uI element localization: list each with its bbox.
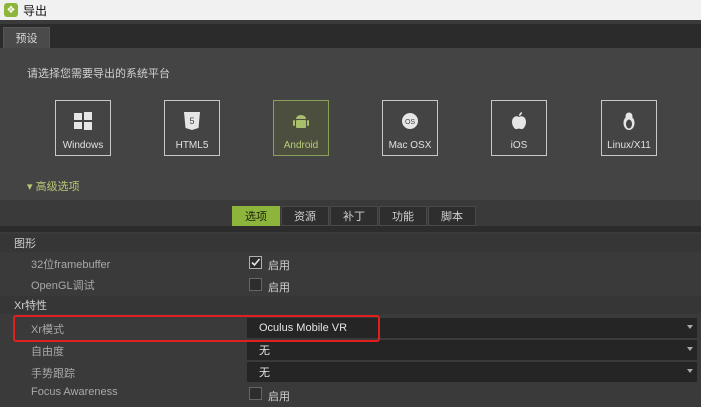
opengl-debug-checkbox[interactable] bbox=[249, 278, 262, 291]
framebuffer-enable-label: 启用 bbox=[268, 260, 290, 272]
hand-tracking-value: 无 bbox=[259, 367, 270, 379]
mac-os-icon: OS bbox=[383, 101, 437, 140]
windows-icon bbox=[56, 101, 110, 140]
tab-resources[interactable]: 资源 bbox=[281, 206, 329, 226]
platform-label: Linux/X11 bbox=[607, 140, 651, 151]
linux-icon bbox=[602, 101, 656, 140]
dof-select[interactable]: 无 bbox=[247, 340, 697, 360]
svg-text:5: 5 bbox=[189, 116, 194, 126]
advanced-options-toggle[interactable]: ▾ 高级选项 bbox=[27, 178, 80, 194]
platform-panel: 请选择您需要导出的系统平台 Windows 5 HTML5 Android OS… bbox=[0, 48, 701, 200]
platform-label: Mac OSX bbox=[388, 140, 432, 151]
platform-label: HTML5 bbox=[175, 140, 209, 151]
tab-strip: 预设 bbox=[0, 24, 701, 48]
options-tabs: 选项 资源 补丁 功能 脚本 bbox=[232, 206, 477, 226]
hand-tracking-label: 手势跟踪 bbox=[31, 368, 75, 380]
focus-awareness-label: Focus Awareness bbox=[31, 386, 118, 398]
annotation-highlight-box bbox=[13, 315, 380, 342]
android-icon bbox=[274, 101, 328, 140]
tab-scripts[interactable]: 脚本 bbox=[428, 206, 476, 226]
platform-label: iOS bbox=[510, 140, 528, 151]
tab-patches[interactable]: 补丁 bbox=[330, 206, 378, 226]
opengl-debug-enable-label: 启用 bbox=[268, 282, 290, 294]
title-bar: ❖ 导出 bbox=[0, 0, 701, 20]
chevron-down-icon bbox=[687, 369, 693, 373]
row-framebuffer: 32位framebuffer 启用 bbox=[0, 252, 701, 273]
tab-preset[interactable]: 预设 bbox=[3, 27, 50, 48]
dof-value: 无 bbox=[259, 345, 270, 357]
platform-macosx-button[interactable]: OS Mac OSX bbox=[382, 100, 438, 156]
tab-features[interactable]: 功能 bbox=[379, 206, 427, 226]
app-icon: ❖ bbox=[4, 3, 18, 17]
platform-android-button[interactable]: Android bbox=[273, 100, 329, 156]
chevron-down-icon bbox=[687, 325, 693, 329]
platform-windows-button[interactable]: Windows bbox=[55, 100, 111, 156]
hand-tracking-select[interactable]: 无 bbox=[247, 362, 697, 382]
tab-options[interactable]: 选项 bbox=[232, 206, 280, 226]
focus-awareness-enable-label: 启用 bbox=[268, 391, 290, 403]
platform-html5-button[interactable]: 5 HTML5 bbox=[164, 100, 220, 156]
framebuffer-label: 32位framebuffer bbox=[31, 259, 111, 271]
chevron-down-icon bbox=[687, 347, 693, 351]
checkmark-icon bbox=[251, 258, 261, 267]
platform-label: Android bbox=[283, 140, 319, 151]
apple-icon bbox=[492, 101, 546, 140]
row-hand-tracking: 手势跟踪 无 bbox=[0, 361, 701, 382]
svg-text:OS: OS bbox=[405, 119, 415, 126]
framebuffer-checkbox[interactable] bbox=[249, 256, 262, 269]
row-dof: 自由度 无 bbox=[0, 339, 701, 360]
dof-label: 自由度 bbox=[31, 346, 64, 358]
opengl-debug-label: OpenGL调试 bbox=[31, 280, 95, 292]
row-focus-awareness: Focus Awareness 启用 bbox=[0, 382, 701, 403]
row-opengl-debug: OpenGL调试 启用 bbox=[0, 273, 701, 294]
scroll-edge bbox=[0, 226, 701, 232]
platform-prompt: 请选择您需要导出的系统平台 bbox=[27, 68, 170, 80]
platform-label: Windows bbox=[62, 140, 104, 151]
section-xr-header: Xr特性 bbox=[0, 296, 701, 314]
section-graphics-header: 图形 bbox=[0, 234, 701, 252]
platform-linux-button[interactable]: Linux/X11 bbox=[601, 100, 657, 156]
platform-ios-button[interactable]: iOS bbox=[491, 100, 547, 156]
focus-awareness-checkbox[interactable] bbox=[249, 387, 262, 400]
window-title: 导出 bbox=[23, 3, 48, 18]
html5-icon: 5 bbox=[165, 101, 219, 140]
